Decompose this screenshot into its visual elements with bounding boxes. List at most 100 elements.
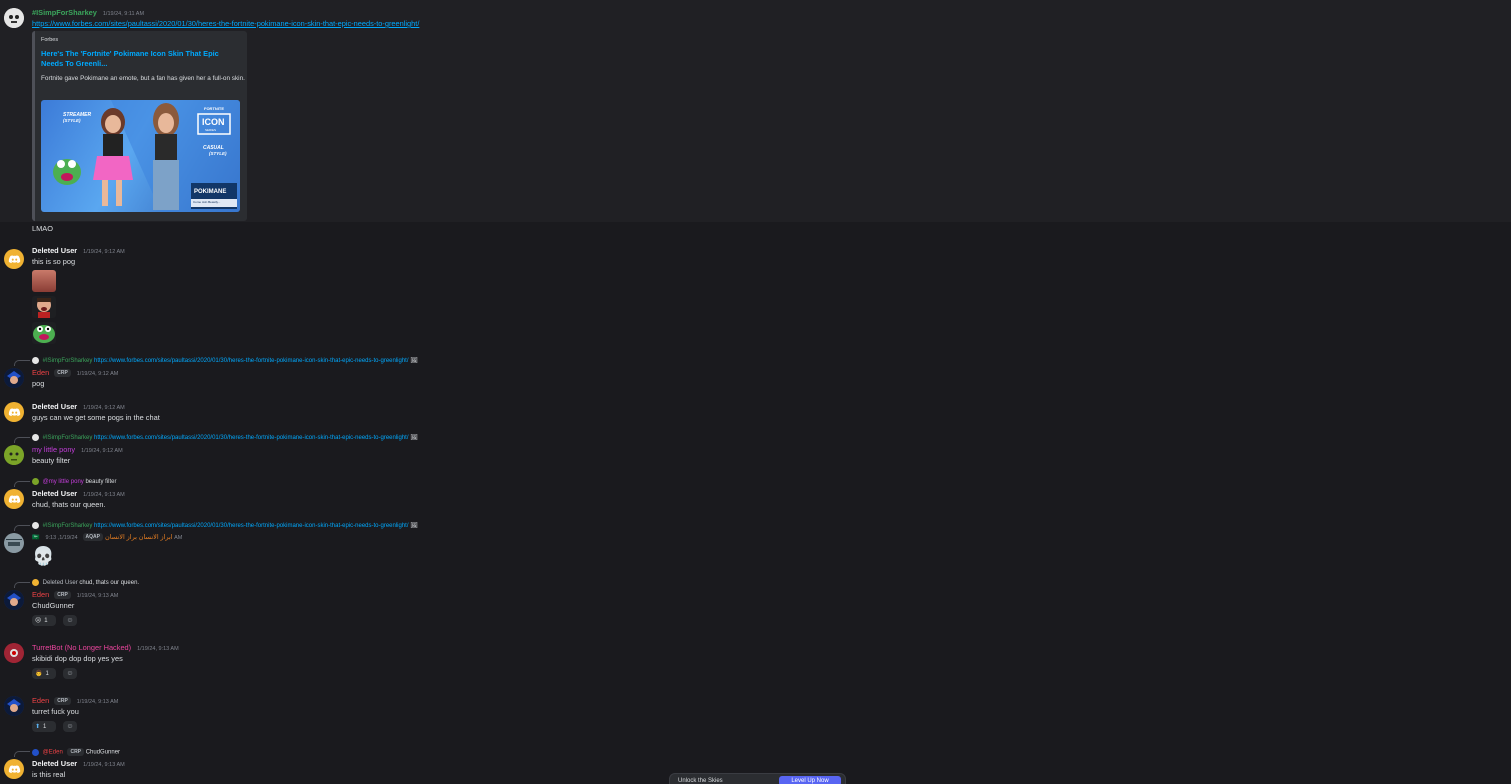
reaction-pill[interactable]: 👨 1 [32,668,56,679]
avatar[interactable] [4,249,24,269]
sticker-face[interactable] [32,296,56,318]
role-tag: CRP [54,697,71,706]
reply-author: @my little pony [42,479,84,486]
message-content: turret fuck you [32,707,79,716]
add-reaction-button[interactable]: ☺ [63,668,77,679]
reply-link[interactable]: https://www.forbes.com/sites/paultassi/2… [94,523,409,529]
avatar[interactable] [4,402,24,422]
sticker-pepe[interactable] [32,322,56,344]
avatar[interactable] [4,8,24,28]
avatar[interactable] [4,590,24,610]
reply-author: #ISimpForSharkey [42,435,93,442]
embed-image[interactable]: STREAMER (STYLE) FORTNITE ICON SERIES CA… [41,100,240,212]
reply-spine [14,751,30,757]
message: #ISimpForSharkey https://www.forbes.com/… [0,432,1511,467]
avatar[interactable] [4,533,24,553]
reply-reference[interactable]: @my little pony beauty filter [32,478,116,486]
reply-author: Deleted User [42,580,78,587]
reply-reference[interactable]: #ISimpForSharkey https://www.forbes.com/… [32,434,418,442]
reply-link[interactable]: https://www.forbes.com/sites/paultassi/2… [94,358,409,364]
username[interactable]: Eden [32,368,49,377]
avatar[interactable] [4,445,24,465]
helicopter-avatar-icon [4,533,24,553]
embed-title[interactable]: Here's The 'Fortnite' Pokimane Icon Skin… [41,49,231,69]
timestamp: 1/19/24, 9:13 AM [83,492,125,498]
avatar[interactable] [4,368,24,388]
username[interactable]: Deleted User [32,402,77,411]
message-link[interactable]: https://www.forbes.com/sites/paultassi/2… [32,19,419,28]
username[interactable]: Deleted User [32,759,77,768]
reply-spine [14,525,30,531]
casual-style-label: (STYLE) [209,151,227,156]
role-tag: CRP [54,369,71,378]
reaction-count: 1 [43,723,47,730]
reaction-pill[interactable]: 😢 1 [32,615,56,626]
message-content: is this real [32,770,66,779]
fortnite-label: FORTNITE [204,106,224,111]
sonic-avatar-icon [4,590,24,610]
add-reaction-button[interactable]: ☺ [63,615,77,626]
username[interactable]: Eden [32,696,49,705]
avatar[interactable] [4,643,24,663]
timestamp: 1/19/24, 9:11 AM [102,11,145,17]
discord-logo-icon [8,494,20,503]
sonic-avatar-icon [4,368,24,388]
sonic-avatar-icon [4,696,24,716]
message-content: chud, thats our queen. [32,500,106,509]
timestamp: 1/19/24, 9:12 AM [83,249,125,255]
message-content: ChudGunner [32,601,75,610]
add-reaction-button[interactable]: ☺ [63,721,77,732]
sticker-mouth[interactable] [32,270,56,292]
face-sticker-icon [37,298,51,318]
streamer-style-label: (STYLE) [63,118,81,123]
timestamp: 1/19/24, 9:12 AM [81,448,123,454]
reply-reference[interactable]: Deleted User chud, thats our queen. [32,579,139,587]
reply-reference[interactable]: #ISimpForSharkey https://www.forbes.com/… [32,357,418,365]
discord-logo-icon [8,254,20,263]
avatar[interactable] [4,696,24,716]
timestamp: 1/19/24, 9:13 AM [83,762,125,768]
role-tag: AQAP [82,533,103,542]
skull-mini-avatar-icon [32,434,39,441]
timestamp: 1/19/24, 9:13 AM [137,646,179,652]
reply-text: ChudGunner [85,749,121,756]
message: #ISimpForSharkey https://www.forbes.com/… [0,520,1511,570]
message: Deleted User chud, thats our queen. Eden… [0,577,1511,629]
embed-provider[interactable]: Forbes [41,37,58,43]
promo-button[interactable]: Level Up Now [779,776,841,784]
reply-spine [14,481,30,487]
skull-mini-avatar-icon [32,357,39,364]
username[interactable]: TurretBot (No Longer Hacked) [32,643,131,652]
role-tag: CRP [54,591,71,600]
username[interactable]: Deleted User [32,489,77,498]
avatar[interactable] [4,759,24,779]
crying-face-icon: 😢 [35,618,42,624]
message: #ISimpForSharkey https://www.forbes.com/… [0,355,1511,390]
reaction-pill[interactable]: ⬆ 1 [32,721,56,732]
username[interactable]: ابراز الانسان براز الانسان [105,534,173,541]
username[interactable]: Eden [32,590,49,599]
message: #ISimpForSharkey 1/19/24, 9:11 AM https:… [0,0,1511,222]
caption-label: Come Join Beastly... [193,200,221,204]
reply-reference[interactable]: #ISimpForSharkey https://www.forbes.com/… [32,522,418,530]
message: Eden CRP 1/19/24, 9:13 AM turret fuck yo… [0,695,1511,735]
reply-text: beauty filter [85,479,117,486]
promo-bar: Unlock the Skies Level Up Now [669,773,846,784]
reply-author: #ISimpForSharkey [42,523,93,530]
username[interactable]: my little pony [32,445,75,454]
message-content: beauty filter [32,456,71,465]
reply-reference[interactable]: @Eden CRP ChudGunner [32,748,120,757]
sonic-mini-avatar-icon [32,748,39,756]
username[interactable]: #ISimpForSharkey [32,8,97,17]
avatar[interactable] [4,489,24,509]
reply-link[interactable]: https://www.forbes.com/sites/paultassi/2… [94,435,409,441]
discord-logo-icon [8,764,20,773]
turret-avatar-icon [4,643,24,663]
image-icon: 🖼 [410,523,418,530]
skull-avatar-icon [4,8,24,28]
man-face-icon: 👨 [35,671,43,677]
message: Deleted User 1/19/24, 9:12 AM guys can w… [0,401,1511,425]
skull-mini-avatar-icon [32,522,39,529]
reply-spine [14,582,30,588]
username[interactable]: Deleted User [32,246,77,255]
